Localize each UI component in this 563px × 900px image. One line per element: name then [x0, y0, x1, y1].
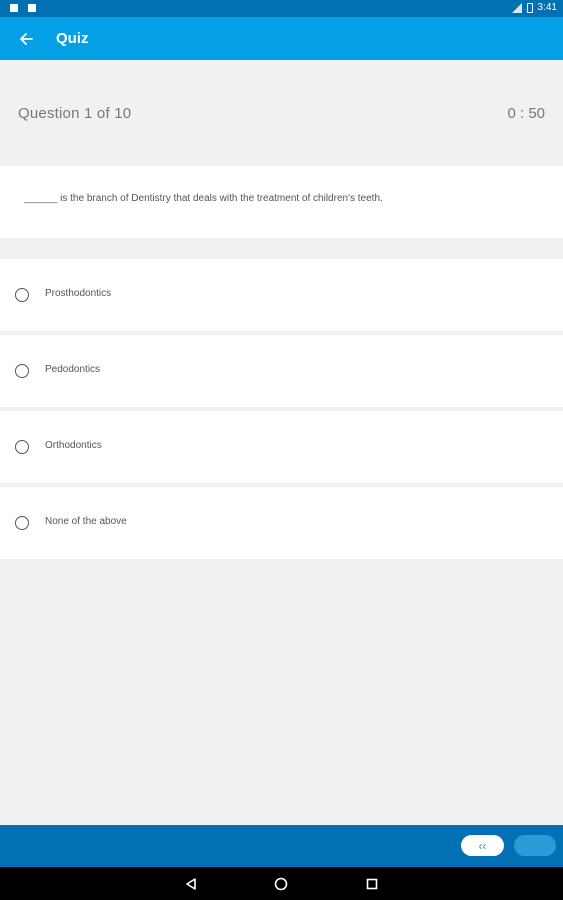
arrow-left-icon	[20, 32, 33, 45]
signal-icon	[511, 2, 522, 13]
answer-option-2[interactable]: Pedodontics	[0, 335, 563, 407]
option-label: Prosthodontics	[45, 288, 112, 299]
radio-button[interactable]	[15, 288, 29, 302]
nav-back-button[interactable]	[183, 876, 199, 892]
answer-option-1[interactable]: Prosthodontics	[0, 259, 563, 331]
question-header: Question 1 of 10 0 : 50	[0, 60, 563, 166]
quiz-timer: 0 : 50	[507, 105, 545, 122]
bottom-bar: ‹‹	[0, 825, 563, 867]
notification-icon	[28, 4, 36, 12]
square-recents-icon	[366, 878, 378, 890]
circle-home-icon	[274, 877, 288, 891]
back-button[interactable]	[0, 17, 52, 60]
option-label: Orthodontics	[45, 440, 102, 451]
radio-button[interactable]	[15, 440, 29, 454]
answer-option-4[interactable]: None of the above	[0, 487, 563, 559]
battery-icon	[526, 2, 533, 13]
status-right: 3:41	[511, 2, 557, 13]
previous-button[interactable]: ‹‹	[461, 835, 504, 856]
radio-button[interactable]	[15, 364, 29, 378]
nav-recents-button[interactable]	[364, 876, 380, 892]
notification-icons	[10, 4, 36, 12]
option-label: None of the above	[45, 516, 127, 527]
notification-icon	[10, 4, 18, 12]
page-title: Quiz	[56, 30, 89, 47]
radio-button[interactable]	[15, 516, 29, 530]
option-label: Pedodontics	[45, 364, 101, 375]
clock: 3:41	[537, 2, 557, 13]
status-bar: 3:41	[0, 0, 563, 17]
question-text: ______ is the branch of Dentistry that d…	[24, 193, 383, 204]
answer-option-3[interactable]: Orthodontics	[0, 411, 563, 483]
triangle-back-icon	[186, 878, 196, 890]
next-button[interactable]	[514, 835, 556, 856]
system-nav-bar	[0, 867, 563, 900]
nav-home-button[interactable]	[273, 876, 289, 892]
question-counter: Question 1 of 10	[18, 105, 132, 122]
question-card: ______ is the branch of Dentistry that d…	[0, 166, 563, 238]
app-bar: Quiz	[0, 17, 563, 60]
